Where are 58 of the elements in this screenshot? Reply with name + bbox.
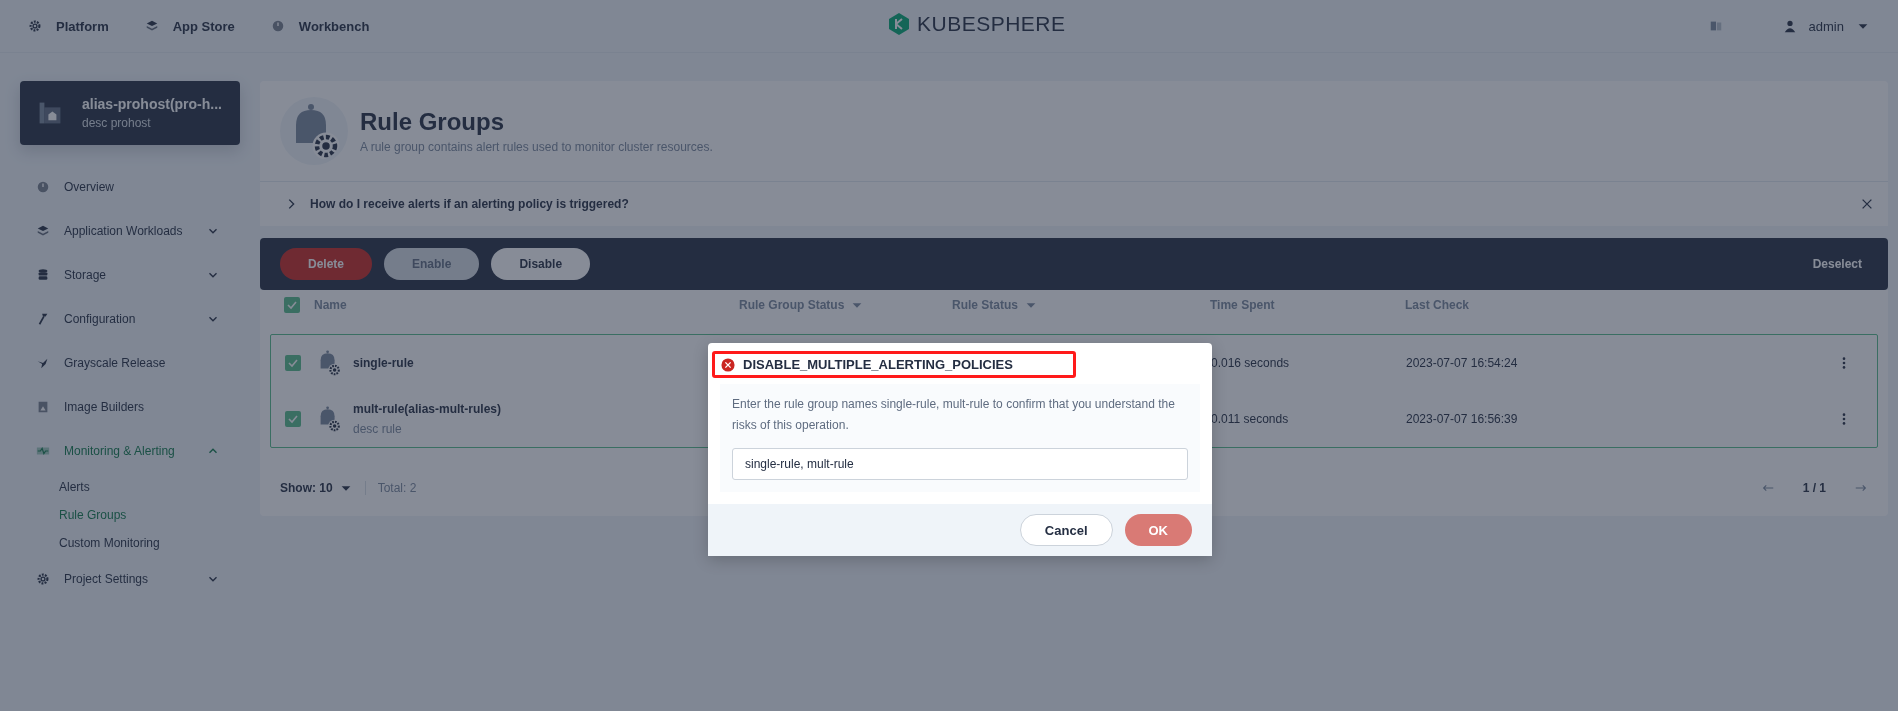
user-name[interactable]: admin [1808,18,1844,34]
project-card[interactable]: alias-prohost(pro-h... desc prohost [20,81,240,145]
dialog-button[interactable]: Cancel [1019,514,1113,546]
dialog-message: Enter the rule group names single-rule, mult-rule to confirm that you understand the risks of this operation. [732,396,1176,434]
nav-item[interactable]: Storage [20,253,240,297]
dialog-button[interactable]: OK [1124,514,1192,546]
toolbar-button[interactable]: Disable [491,248,591,280]
nav-item[interactable]: Application Workloads [20,209,240,253]
layers-icon [36,224,50,238]
page-size-select[interactable]: Show: 10 [280,481,353,495]
project-name: alias-prohost(pro-h... [82,96,222,112]
nav-subitem[interactable]: Rule Groups [20,501,220,529]
table-cell-text: 0.016 seconds [1211,356,1291,370]
layers-icon [144,19,159,33]
close-icon[interactable] [1860,197,1874,211]
nav-item[interactable]: Grayscale Release [20,341,240,385]
project-description: desc prohost [82,116,152,130]
pulse-icon [36,444,50,458]
rule-group-name[interactable]: mult-rule(alias-mult-rules) [353,402,502,416]
column-header[interactable]: Rule Status [952,298,1210,312]
logo-text: KUBESPHERE [917,12,1066,36]
table-cell-text: 2023-07-07 16:54:24 [1406,356,1519,370]
page-title: Rule Groups [360,108,505,136]
checkbox[interactable] [285,355,301,371]
nav-item[interactable]: Monitoring & Alerting [20,429,240,473]
top-nav-item[interactable]: Workbench [270,18,370,34]
top-nav-item[interactable]: App Store [144,18,235,34]
nav-subitem[interactable]: Custom Monitoring [20,529,220,557]
top-nav-item[interactable]: Platform [28,18,109,34]
nav-item[interactable]: Project Settings [20,557,240,601]
confirm-input[interactable]: single-rule, mult-rule [732,448,1188,480]
error-icon [721,357,735,372]
hammer-icon [36,312,50,326]
table-cell-text: 0.011 seconds [1211,412,1290,426]
page-indicator: 1 / 1 [1802,481,1826,495]
column-header: Time Spent [1210,298,1276,312]
gear-icon [28,19,42,33]
rule-group-name[interactable]: single-rule [353,356,414,370]
gear-icon [36,572,50,586]
checkbox[interactable] [284,297,300,313]
total-count: Total: 2 [364,481,417,495]
logo-icon [887,12,911,36]
column-header: Last Check [1405,298,1471,312]
table-cell-text: 2023-07-07 16:56:39 [1406,412,1519,426]
nav-item[interactable]: Image Builders [20,385,240,429]
toolbar-button[interactable]: Delete [280,248,373,280]
rule-group-description: desc rule [353,422,403,436]
column-header[interactable]: Rule Group Status [739,298,952,312]
column-header: Name [314,298,348,312]
nav-item[interactable]: Configuration [20,297,240,341]
database-icon [36,268,50,282]
dialog-title: DISABLE_MULTIPLE_ALERTING_POLICIES [712,351,1076,378]
user-icon [1782,19,1797,33]
nav-subitem[interactable]: Alerts [20,473,220,501]
page-description: A rule group contains alert rules used to monitor cluster resources. [360,140,713,154]
nav-item[interactable]: Overview [20,165,240,209]
checkbox[interactable] [285,411,301,427]
deselect-button[interactable]: Deselect [1806,256,1868,272]
